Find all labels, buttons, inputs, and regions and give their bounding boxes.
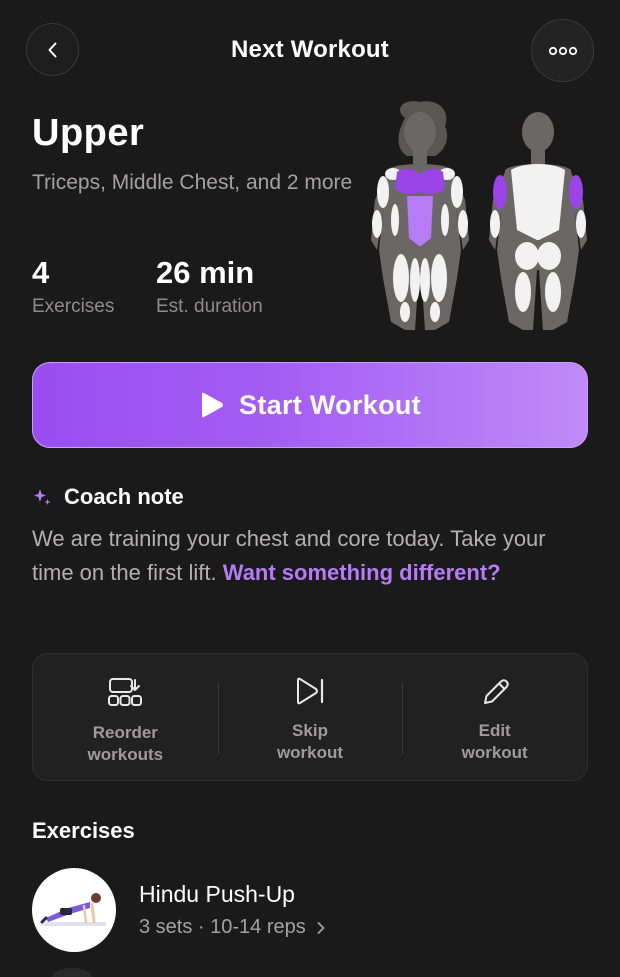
reorder-workouts-label: Reorder workouts	[87, 723, 164, 764]
next-exercise-thumbnail-peek	[52, 968, 92, 977]
skip-workout-label: Skip workout	[276, 721, 344, 762]
more-options-button[interactable]	[531, 19, 594, 82]
target-muscles: Triceps, Middle Chest, and 2 more	[32, 171, 353, 194]
header: Next Workout	[0, 19, 620, 82]
exercises-heading: Exercises	[32, 818, 135, 843]
skip-workout-button[interactable]: Skip workout	[217, 654, 403, 780]
exercise-sets-reps: 3 sets · 10-14 reps	[139, 916, 306, 938]
reorder-icon	[108, 678, 143, 706]
pencil-icon	[483, 679, 509, 704]
coach-note-title: Coach note	[64, 484, 184, 509]
skip-icon	[297, 677, 324, 705]
sparkle-icon	[34, 489, 51, 505]
play-icon	[202, 392, 224, 418]
start-workout-label: Start Workout	[239, 389, 421, 420]
push-up-illustration	[40, 893, 106, 926]
start-workout-button[interactable]: Start Workout	[32, 362, 588, 448]
reorder-workouts-button[interactable]: Reorder workouts	[33, 654, 218, 780]
duration-value: 26 min	[156, 255, 255, 290]
exercise-list-item[interactable]: Hindu Push-Up 3 sets · 10-14 reps	[32, 868, 588, 952]
edit-workout-label: Edit workout	[461, 721, 528, 762]
muscle-map	[371, 101, 587, 330]
chevron-right-icon	[317, 921, 325, 934]
back-body-figure	[489, 112, 587, 330]
more-horizontal-icon	[548, 46, 577, 55]
exercise-count-value: 4	[32, 255, 50, 290]
workout-actions: Reorder workouts Skip workout Edit workout	[32, 653, 588, 781]
coach-note-header: Coach note	[32, 484, 184, 510]
workout-name: Upper	[32, 112, 145, 154]
next-workout-screen: Next Workout Upper Triceps, Middle Chest…	[0, 0, 620, 977]
exercise-count-stat: 4 Exercises	[32, 254, 114, 318]
duration-stat: 26 min Est. duration	[156, 254, 263, 318]
exercise-info: Hindu Push-Up 3 sets · 10-14 reps	[139, 881, 326, 939]
edit-workout-button[interactable]: Edit workout	[402, 654, 587, 780]
exercise-meta: 3 sets · 10-14 reps	[139, 916, 326, 939]
exercise-thumbnail	[32, 868, 116, 952]
page-title: Next Workout	[231, 36, 389, 63]
front-body-figure	[371, 101, 469, 330]
want-something-different-link[interactable]: Want something different?	[223, 560, 501, 585]
duration-label: Est. duration	[156, 296, 263, 317]
exercise-name: Hindu Push-Up	[139, 881, 295, 907]
exercise-count-label: Exercises	[32, 296, 115, 317]
coach-note-text: We are training your chest and core toda…	[32, 522, 592, 590]
